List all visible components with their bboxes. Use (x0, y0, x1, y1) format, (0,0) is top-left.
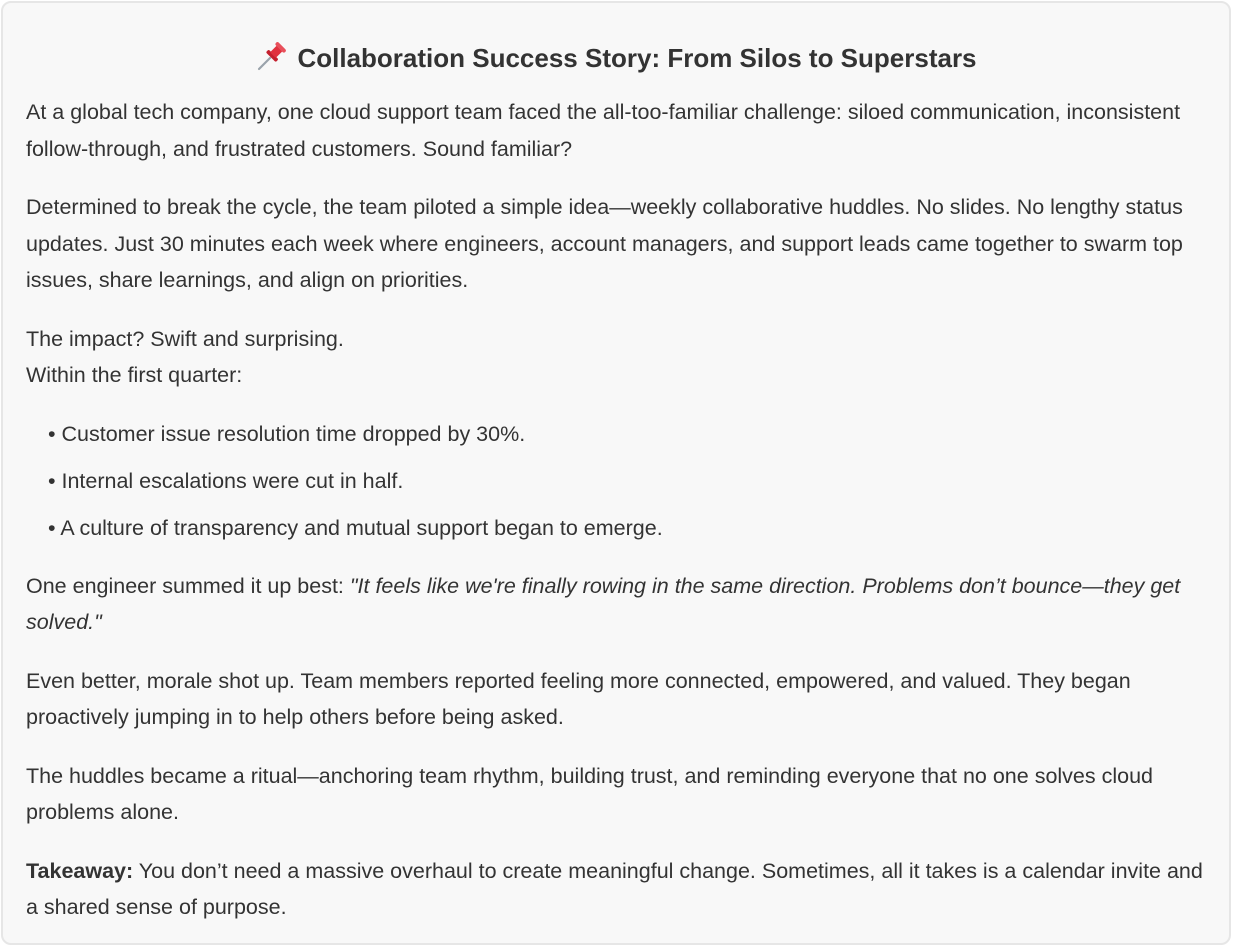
quote-lead: One engineer summed it up best: (26, 573, 350, 598)
list-item: • Customer issue resolution time dropped… (48, 421, 526, 446)
takeaway-paragraph: Takeaway: You don’t need a massive overh… (26, 853, 1206, 926)
page-title: Collaboration Success Story: From Silos … (26, 41, 1206, 74)
pushpin-icon (255, 41, 289, 71)
story-card: Collaboration Success Story: From Silos … (1, 1, 1231, 945)
impact-paragraph: The impact? Swift and surprising. Within … (26, 321, 1206, 394)
list-item: • Internal escalations were cut in half. (48, 468, 404, 493)
impact-line: The impact? Swift and surprising. (26, 326, 344, 351)
intro-paragraph: At a global tech company, one cloud supp… (26, 100, 1181, 161)
results-list: • Customer issue resolution time dropped… (26, 416, 1206, 546)
takeaway-label: Takeaway: (26, 858, 134, 883)
list-item: • A culture of transparency and mutual s… (48, 515, 663, 540)
idea-paragraph: Determined to break the cycle, the team … (26, 195, 1183, 292)
page-title-text: Collaboration Success Story: From Silos … (297, 43, 977, 73)
quote-paragraph: One engineer summed it up best: "It feel… (26, 568, 1206, 641)
morale-paragraph: Even better, morale shot up. Team member… (26, 668, 1131, 730)
quarter-line: Within the first quarter: (26, 363, 243, 387)
ritual-paragraph: The huddles became a ritual—anchoring te… (26, 763, 1154, 825)
takeaway-text: You don’t need a massive overhaul to cre… (26, 858, 1203, 920)
